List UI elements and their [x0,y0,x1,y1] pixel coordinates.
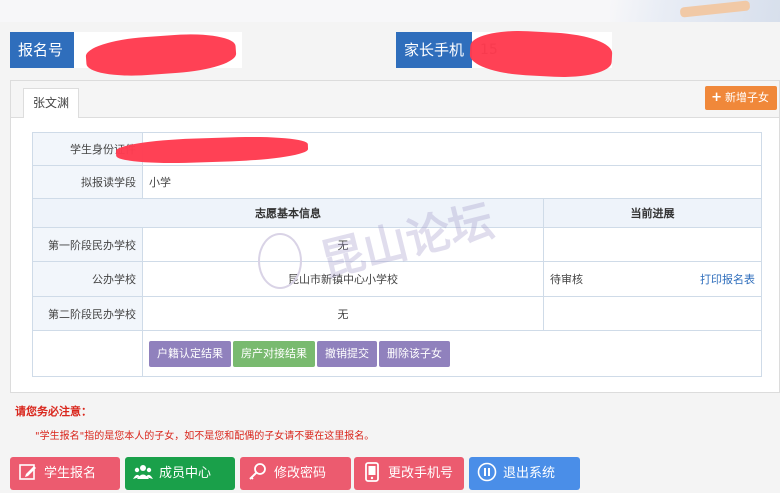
table-row: 第二阶段民办学校 无 [32,296,762,331]
student-registration-button[interactable]: 学生报名 [10,457,120,490]
row-status [543,296,762,331]
withdraw-button[interactable]: 撤销提交 [317,340,377,367]
table-row: 第一阶段民办学校 无 [32,227,762,262]
users-icon [133,465,153,479]
key-icon [249,463,266,480]
row-value: 无 [142,296,544,331]
preference-header: 志愿基本信息 [32,198,544,228]
notice-text: "学生报名"指的是您本人的子女，如不是您和配偶的子女请不要在这里报名。 [35,431,375,442]
child-panel: 张文渊 + 新增子女 学生身份证件 拟报读学段 小学 志愿基本信息 当前进展 第一… [10,80,780,393]
top-banner [0,0,780,22]
print-form-link[interactable]: 打印报名表 [700,271,755,287]
registration-number-label: 报名号 [10,32,74,68]
property-result-button[interactable]: 房产对接结果 [233,340,315,367]
notice-title: 请您务必注意： [15,405,92,418]
edit-icon [19,464,36,480]
phone-icon [365,462,379,482]
progress-header: 当前进展 [543,198,762,228]
row-status [543,227,762,262]
member-center-button[interactable]: 成员中心 [125,457,235,490]
parent-phone-label: 家长手机 [396,32,472,68]
registration-table: 学生身份证件 拟报读学段 小学 志愿基本信息 当前进展 第一阶段民办学校 无 公… [32,132,762,377]
plus-icon: + [711,90,722,105]
row-label: 第一阶段民办学校 [32,227,143,262]
logout-button[interactable]: 退出系统 [469,457,580,490]
status-text: 待审核 [550,273,583,286]
change-password-button[interactable]: 修改密码 [240,457,351,490]
add-child-button[interactable]: + 新增子女 [705,86,777,110]
table-row: 公办学校 昆山市新镇中心小学校 待审核 打印报名表 [32,261,762,297]
banner-illustration [610,0,780,22]
change-phone-button[interactable]: 更改手机号 [354,457,464,490]
stage-label: 拟报读学段 [32,165,143,199]
child-tab-bar: 张文渊 + 新增子女 [11,81,779,118]
row-label: 公办学校 [32,261,143,297]
stage-value: 小学 [142,165,762,199]
action-bar: 户籍认定结果 房产对接结果 撤销提交 删除该子女 [142,330,762,377]
row-value: 昆山市新镇中心小学校 [142,261,544,297]
pause-icon [477,462,497,482]
household-result-button[interactable]: 户籍认定结果 [149,340,231,367]
tab-child[interactable]: 张文渊 [23,88,80,118]
row-label: 第二阶段民办学校 [32,296,143,331]
row-status: 待审核 打印报名表 [543,261,762,297]
row-value: 无 [142,227,544,262]
delete-child-button[interactable]: 删除该子女 [379,340,450,367]
